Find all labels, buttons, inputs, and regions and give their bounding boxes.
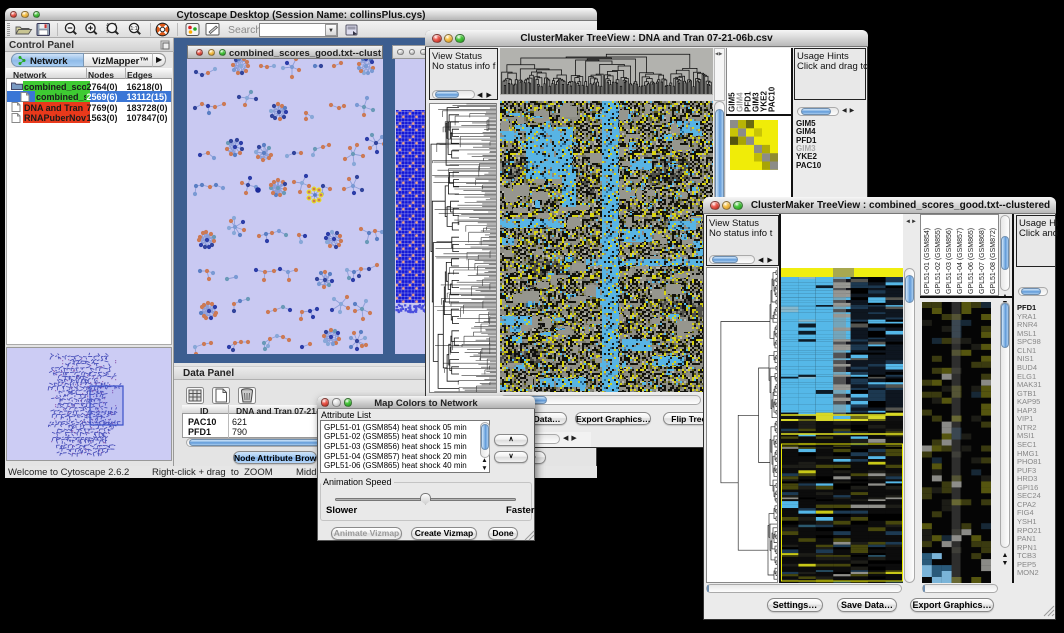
svg-text:GPL51-01 (GSM854): GPL51-01 (GSM854) xyxy=(924,228,931,294)
svg-text:PAC10: PAC10 xyxy=(768,86,777,112)
svg-text:GPL51-02 (GSM855): GPL51-02 (GSM855) xyxy=(935,228,942,294)
svg-text:1:1: 1:1 xyxy=(131,26,138,32)
svg-text:GPL51-06 (GSM865): GPL51-06 (GSM865) xyxy=(968,228,975,294)
svg-text:GPL51-08 (GSM872): GPL51-08 (GSM872) xyxy=(990,228,997,294)
svg-text:GPL51-04 (GSM857): GPL51-04 (GSM857) xyxy=(957,228,964,294)
svg-text:GPL51-03 (GSM856): GPL51-03 (GSM856) xyxy=(946,228,953,294)
svg-text:GPL51-07 (GSM868): GPL51-07 (GSM868) xyxy=(979,228,986,294)
